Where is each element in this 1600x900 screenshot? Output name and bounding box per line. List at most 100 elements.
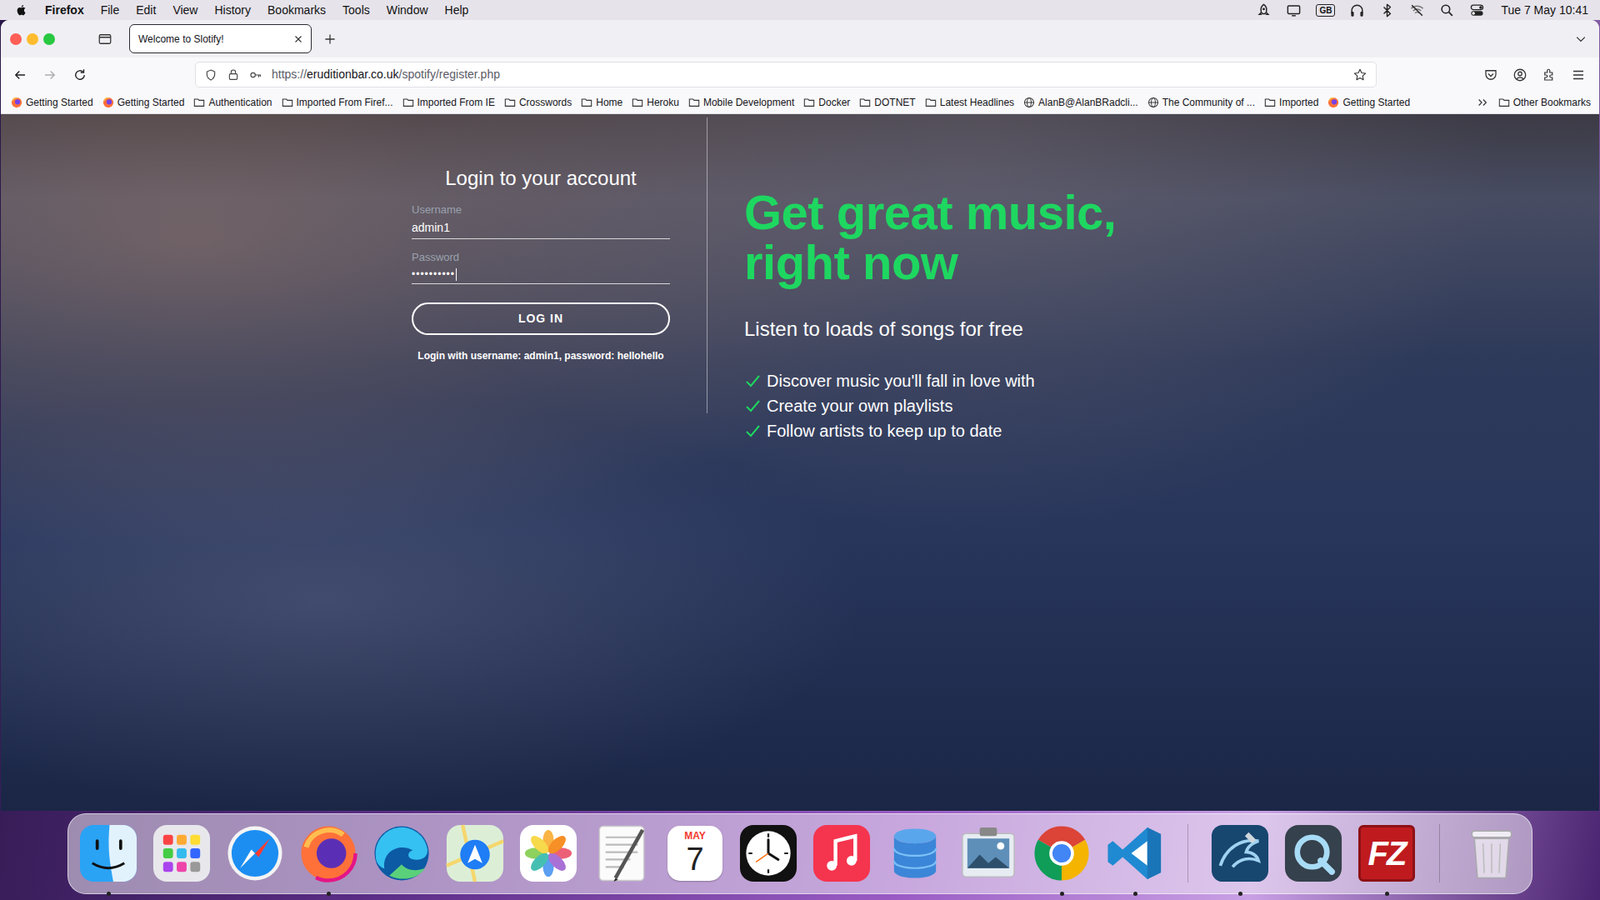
dock-item[interactable] — [884, 822, 946, 896]
dock-item[interactable]: MAY7 — [664, 822, 726, 896]
dock-item[interactable] — [444, 822, 506, 896]
address-bar[interactable]: https://eruditionbar.co.uk/spotify/regis… — [195, 61, 1377, 88]
bookmark-item[interactable]: Docker — [803, 95, 850, 110]
url-path[interactable]: /spotify/register.php — [399, 67, 500, 81]
maps-icon[interactable] — [444, 822, 506, 885]
app-menu[interactable]: Firefox — [36, 1, 93, 20]
search-icon[interactable] — [1439, 2, 1455, 19]
clock-icon[interactable] — [737, 822, 800, 885]
lock-icon[interactable] — [226, 68, 240, 82]
quicktime-icon[interactable] — [1282, 822, 1345, 885]
apple-menu-icon[interactable] — [15, 2, 29, 18]
calendar-day[interactable]: 7 — [685, 841, 704, 877]
dock-item[interactable] — [957, 822, 1020, 896]
bookmark-label[interactable]: Heroku — [646, 95, 680, 110]
preview-icon[interactable] — [957, 822, 1020, 885]
reload-icon[interactable] — [72, 67, 88, 83]
folder-icon[interactable] — [859, 96, 871, 109]
vscode-icon[interactable] — [1104, 822, 1166, 885]
key-icon[interactable] — [249, 68, 263, 82]
bookmark-label[interactable]: Imported — [1279, 95, 1319, 110]
bookmark-label[interactable]: Imported From Firef... — [296, 95, 394, 110]
other-bookmarks[interactable]: Other Bookmarks — [1498, 95, 1591, 110]
bookmark-label[interactable]: Getting Started — [25, 95, 94, 110]
bookmark-label[interactable]: Getting Started — [117, 95, 185, 110]
database-icon[interactable] — [884, 822, 946, 885]
globe-icon[interactable] — [1023, 96, 1035, 109]
menu-item[interactable]: Tools — [334, 1, 379, 20]
filezilla-icon[interactable]: FZ — [1355, 822, 1418, 885]
bookmark-star-icon[interactable] — [1352, 67, 1368, 83]
new-tab-icon[interactable] — [323, 32, 337, 46]
firefox-icon[interactable] — [297, 822, 360, 885]
bookmark-label[interactable]: Imported From IE — [417, 95, 495, 110]
bookmark-label[interactable]: Home — [595, 95, 623, 110]
bookmark-item[interactable]: DOTNET — [859, 95, 915, 110]
url-scheme[interactable]: https:// — [271, 67, 307, 81]
safari-icon[interactable] — [224, 822, 286, 885]
dock-item[interactable] — [370, 822, 433, 896]
tab-list-icon[interactable] — [97, 31, 113, 47]
close-button[interactable] — [10, 33, 22, 45]
bookmark-item[interactable]: Getting Started — [1327, 95, 1410, 110]
back-icon[interactable] — [12, 67, 28, 83]
bookmark-item[interactable]: Mobile Development — [688, 95, 795, 110]
folder-icon[interactable] — [504, 96, 516, 109]
bookmark-item[interactable]: Imported From Firef... — [281, 95, 394, 110]
bookmark-item[interactable]: Imported — [1264, 95, 1319, 110]
mysql-icon[interactable] — [1209, 822, 1271, 885]
menu-item[interactable]: File — [92, 1, 129, 20]
tab-overflow-icon[interactable] — [1574, 32, 1588, 46]
dock-item[interactable] — [737, 822, 800, 896]
menu-item[interactable]: Bookmarks — [259, 1, 335, 20]
dock-item[interactable] — [1104, 822, 1166, 896]
bookmark-item[interactable]: Getting Started — [102, 95, 185, 110]
bookmark-label[interactable]: Mobile Development — [703, 95, 795, 110]
globe-icon[interactable] — [1147, 96, 1160, 109]
dock-item[interactable] — [810, 822, 873, 896]
clock[interactable]: Tue 7 May 10:41 — [1500, 1, 1589, 20]
filezilla-glyph[interactable]: FZ — [1368, 828, 1406, 879]
folder-icon[interactable] — [193, 96, 205, 109]
folder-icon[interactable] — [1498, 96, 1510, 109]
display-icon[interactable] — [1285, 2, 1302, 19]
firefox-icon[interactable] — [10, 96, 23, 109]
menu-item[interactable]: Window — [378, 1, 437, 20]
bookmark-item[interactable]: The Community of ... — [1147, 95, 1255, 110]
dock-item[interactable] — [297, 822, 360, 896]
bookmark-label[interactable]: Other Bookmarks — [1513, 95, 1591, 110]
bookmark-label[interactable]: Latest Headlines — [940, 95, 1015, 110]
zoom-button[interactable] — [43, 33, 55, 45]
textedit-icon[interactable] — [590, 822, 653, 885]
dock-item[interactable] — [590, 822, 653, 896]
finder-icon[interactable] — [77, 822, 140, 885]
forward-icon[interactable] — [42, 67, 58, 83]
dock-item[interactable] — [1209, 822, 1271, 896]
text-input[interactable]: admin1 — [411, 219, 670, 240]
bookmark-label[interactable]: The Community of ... — [1162, 95, 1255, 110]
dock-item[interactable] — [1030, 822, 1093, 896]
bookmark-item[interactable]: Getting Started — [10, 95, 94, 110]
bookmark-label[interactable]: Authentication — [208, 95, 272, 110]
menu-item[interactable]: View — [164, 1, 206, 20]
folder-icon[interactable] — [688, 96, 700, 109]
music-icon[interactable] — [810, 822, 873, 885]
pocket-icon[interactable] — [1483, 67, 1499, 83]
dock-item[interactable]: FZ — [1355, 822, 1418, 896]
bluetooth-icon[interactable] — [1379, 2, 1395, 19]
bookmark-item[interactable]: Home — [580, 95, 623, 110]
dock-item[interactable] — [77, 822, 140, 896]
bookmark-item[interactable]: Imported From IE — [402, 95, 495, 110]
extensions-icon[interactable] — [1541, 67, 1557, 83]
bookmark-label[interactable]: Getting Started — [1342, 95, 1410, 110]
firefox-icon[interactable] — [1327, 96, 1340, 109]
calendar-icon[interactable]: MAY7 — [664, 822, 726, 885]
field-value[interactable]: •••••••••• — [411, 266, 455, 282]
bookmark-item[interactable]: Crosswords — [504, 95, 572, 110]
trash-icon[interactable] — [1460, 822, 1523, 885]
dock-item[interactable] — [224, 822, 286, 896]
menu-item[interactable]: Help — [436, 1, 478, 20]
account-icon[interactable] — [1512, 67, 1528, 83]
folder-icon[interactable] — [1264, 96, 1276, 109]
password-input[interactable]: •••••••••• — [411, 266, 670, 285]
